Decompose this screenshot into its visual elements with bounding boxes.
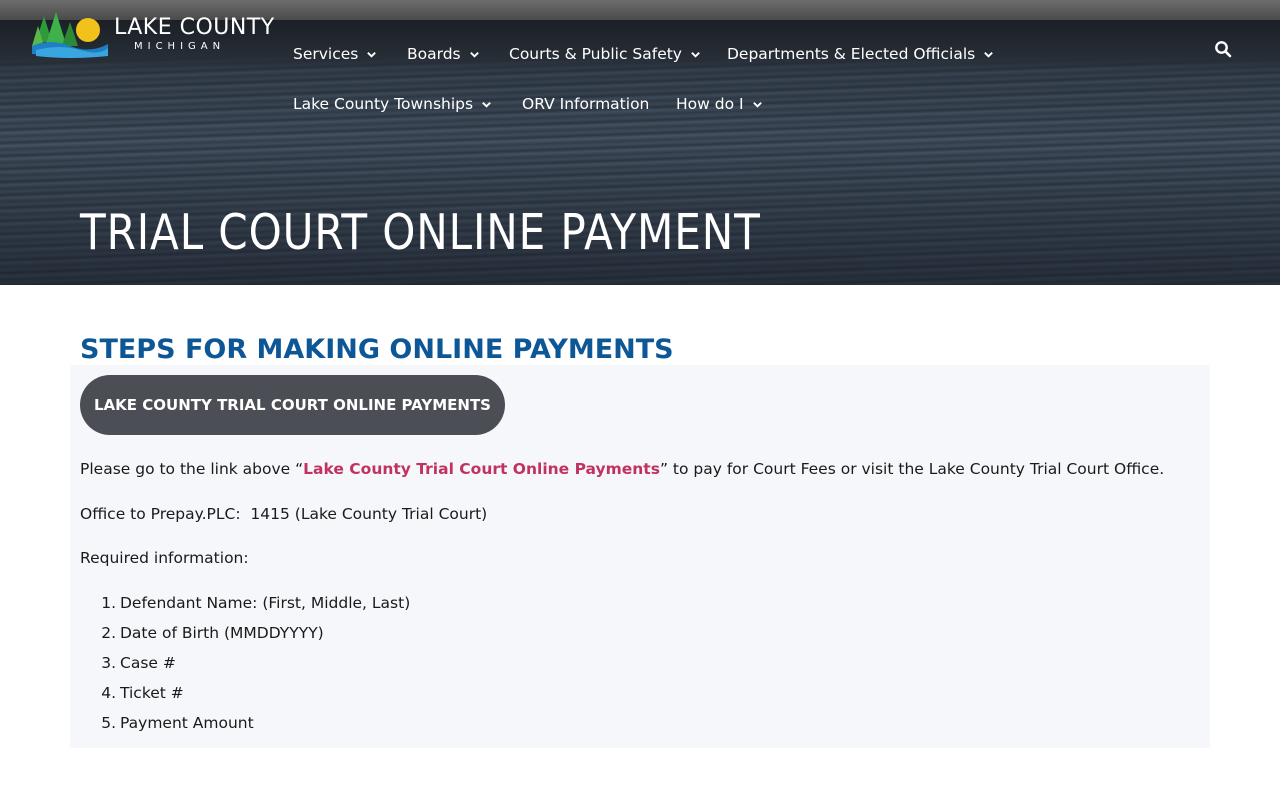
required-info-label: Required information: bbox=[80, 549, 249, 567]
list-item: 1. Defendant Name: (First, Middle, Last) bbox=[80, 590, 410, 620]
chevron-down-icon bbox=[367, 51, 377, 58]
list-item: 3. Case # bbox=[80, 650, 410, 680]
list-item-text: Ticket # bbox=[120, 684, 184, 702]
nav-item-departments-elected-officials[interactable]: Departments & Elected Officials bbox=[727, 45, 994, 63]
required-info-list: 1. Defendant Name: (First, Middle, Last) … bbox=[80, 590, 410, 740]
site-logo[interactable]: LAKE COUNTY MICHIGAN bbox=[30, 12, 274, 58]
nav-item-courts-public-safety[interactable]: Courts & Public Safety bbox=[509, 45, 701, 63]
nav-item-label: Boards bbox=[407, 45, 461, 63]
online-payments-button[interactable]: LAKE COUNTY TRIAL COURT ONLINE PAYMENTS bbox=[80, 375, 505, 435]
nav-item-services[interactable]: Services bbox=[293, 45, 377, 63]
logo-subtitle: MICHIGAN bbox=[134, 41, 226, 52]
list-item-text: Defendant Name: (First, Middle, Last) bbox=[120, 594, 411, 612]
nav-item-lake-county-townships[interactable]: Lake County Townships bbox=[293, 95, 492, 113]
nav-item-boards[interactable]: Boards bbox=[407, 45, 480, 63]
intro-paragraph: Please go to the link above “Lake County… bbox=[80, 460, 1164, 478]
chevron-down-icon bbox=[482, 101, 491, 108]
list-item-number: 1. bbox=[101, 594, 116, 612]
list-item: 5. Payment Amount bbox=[80, 710, 410, 740]
online-payments-link[interactable]: Lake County Trial Court Online Payments bbox=[303, 460, 660, 478]
list-item-text: Case # bbox=[120, 654, 176, 672]
search-icon bbox=[1215, 41, 1232, 58]
chevron-down-icon bbox=[984, 51, 994, 58]
chevron-down-icon bbox=[469, 51, 479, 58]
intro-text-after: ” to pay for Court Fees or visit the Lak… bbox=[659, 460, 1165, 478]
nav-item-orv-information[interactable]: ORV Information bbox=[522, 95, 649, 113]
list-item-text: Date of Birth (MMDDYYYY) bbox=[120, 624, 324, 642]
lake-county-logo-icon bbox=[32, 12, 108, 58]
page-title: TRIAL COURT ONLINE PAYMENT bbox=[80, 204, 761, 261]
chevron-down-icon bbox=[752, 101, 762, 108]
nav-item-how-do-i[interactable]: How do I bbox=[676, 95, 763, 113]
nav-item-label: How do I bbox=[676, 95, 744, 113]
nav-item-label: Departments & Elected Officials bbox=[727, 45, 976, 63]
logo-title: LAKE COUNTY bbox=[114, 15, 275, 40]
nav-item-label: ORV Information bbox=[522, 95, 650, 113]
nav-item-label: Services bbox=[293, 45, 359, 63]
list-item: 2. Date of Birth (MMDDYYYY) bbox=[80, 620, 410, 650]
nav-item-label: Courts & Public Safety bbox=[509, 45, 682, 63]
list-item-number: 5. bbox=[101, 714, 116, 732]
intro-text-before: Please go to the link above “ bbox=[80, 460, 304, 478]
nav-item-label: Lake County Townships bbox=[293, 95, 474, 113]
list-item-number: 4. bbox=[101, 684, 116, 702]
search-button[interactable] bbox=[1214, 40, 1234, 60]
chevron-down-icon bbox=[691, 51, 700, 58]
section-heading: STEPS FOR MAKING ONLINE PAYMENTS bbox=[80, 334, 674, 365]
office-prepay-line: Office to Prepay.PLC: 1415 (Lake County … bbox=[80, 505, 488, 523]
list-item-text: Payment Amount bbox=[120, 714, 254, 732]
list-item-number: 2. bbox=[101, 624, 116, 642]
list-item-number: 3. bbox=[101, 654, 116, 672]
list-item: 4. Ticket # bbox=[80, 680, 410, 710]
